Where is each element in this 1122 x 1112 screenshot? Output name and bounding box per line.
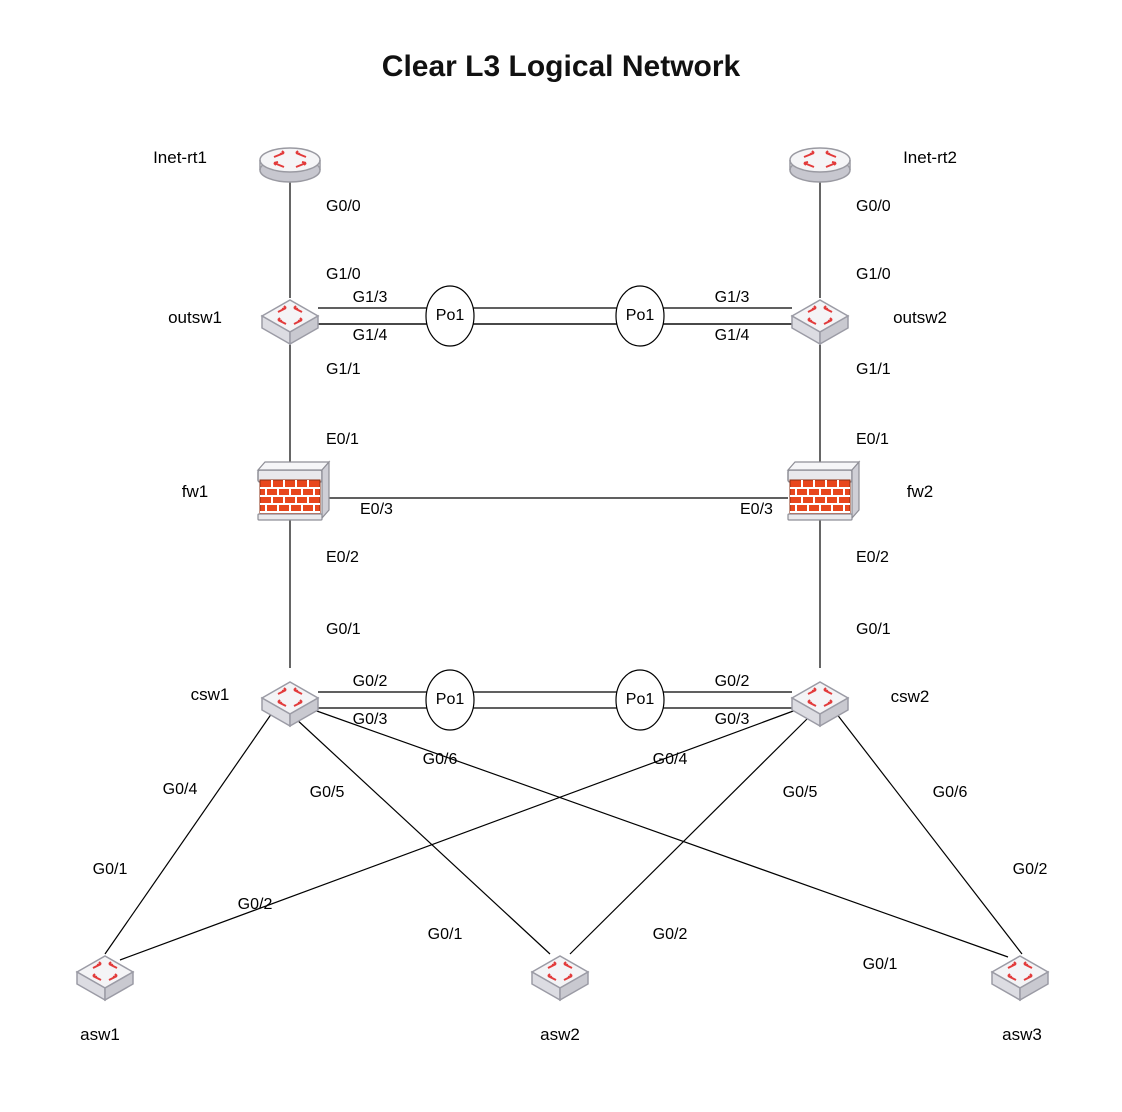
- if-label: G0/1: [428, 926, 463, 944]
- switch-icon: [262, 300, 318, 344]
- firewall-icon: [258, 462, 329, 520]
- device-label-asw2: asw2: [540, 1025, 580, 1045]
- if-label: G1/1: [326, 361, 361, 379]
- switch-icon: [992, 956, 1048, 1000]
- diagram-canvas: Clear L3 Logical Network: [0, 0, 1122, 1112]
- if-label: G0/6: [423, 751, 458, 769]
- if-label: G0/1: [856, 621, 891, 639]
- if-label: G0/2: [653, 926, 688, 944]
- switch-icon: [532, 956, 588, 1000]
- if-label: E0/1: [326, 431, 359, 449]
- if-label: E0/2: [326, 549, 359, 567]
- if-label: G0/4: [163, 781, 198, 799]
- po-label: Po1: [436, 307, 464, 325]
- switch-icon: [77, 956, 133, 1000]
- if-label: G0/5: [783, 784, 818, 802]
- po-label: Po1: [626, 307, 654, 325]
- device-label-asw1: asw1: [80, 1025, 120, 1045]
- if-label: G1/3: [715, 289, 750, 307]
- device-label-csw2: csw2: [891, 687, 930, 707]
- if-label: E0/2: [856, 549, 889, 567]
- if-label: G1/0: [856, 266, 891, 284]
- device-label-asw3: asw3: [1002, 1025, 1042, 1045]
- if-label: G0/1: [93, 861, 128, 879]
- po-label: Po1: [626, 691, 654, 709]
- if-label: G0/3: [353, 711, 388, 729]
- if-label: G1/4: [353, 327, 388, 345]
- if-label: G0/6: [933, 784, 968, 802]
- if-label: E0/1: [856, 431, 889, 449]
- router-icon: [260, 148, 320, 182]
- device-label-inet-rt1: Inet-rt1: [153, 148, 207, 168]
- if-label: G0/4: [653, 751, 688, 769]
- po-label: Po1: [436, 691, 464, 709]
- if-label: G0/2: [1013, 861, 1048, 879]
- if-label: G0/2: [353, 673, 388, 691]
- if-label: G1/1: [856, 361, 891, 379]
- switch-icon: [262, 682, 318, 726]
- if-label: E0/3: [740, 501, 773, 519]
- router-icon: [790, 148, 850, 182]
- device-label-outsw1: outsw1: [168, 308, 222, 328]
- if-label: G0/3: [715, 711, 750, 729]
- if-label: G1/4: [715, 327, 750, 345]
- device-label-outsw2: outsw2: [893, 308, 947, 328]
- firewall-icon: [788, 462, 859, 520]
- if-label: G0/0: [856, 198, 891, 216]
- if-label: G0/2: [238, 896, 273, 914]
- device-label-fw1: fw1: [182, 482, 208, 502]
- if-label: G0/5: [310, 784, 345, 802]
- if-label: G0/0: [326, 198, 361, 216]
- device-label-fw2: fw2: [907, 482, 933, 502]
- if-label: G0/2: [715, 673, 750, 691]
- device-label-csw1: csw1: [191, 685, 230, 705]
- if-label: G1/0: [326, 266, 361, 284]
- if-label: G0/1: [326, 621, 361, 639]
- if-label: G1/3: [353, 289, 388, 307]
- device-label-inet-rt2: Inet-rt2: [903, 148, 957, 168]
- if-label: G0/1: [863, 956, 898, 974]
- if-label: E0/3: [360, 501, 393, 519]
- switch-icon: [792, 682, 848, 726]
- switch-icon: [792, 300, 848, 344]
